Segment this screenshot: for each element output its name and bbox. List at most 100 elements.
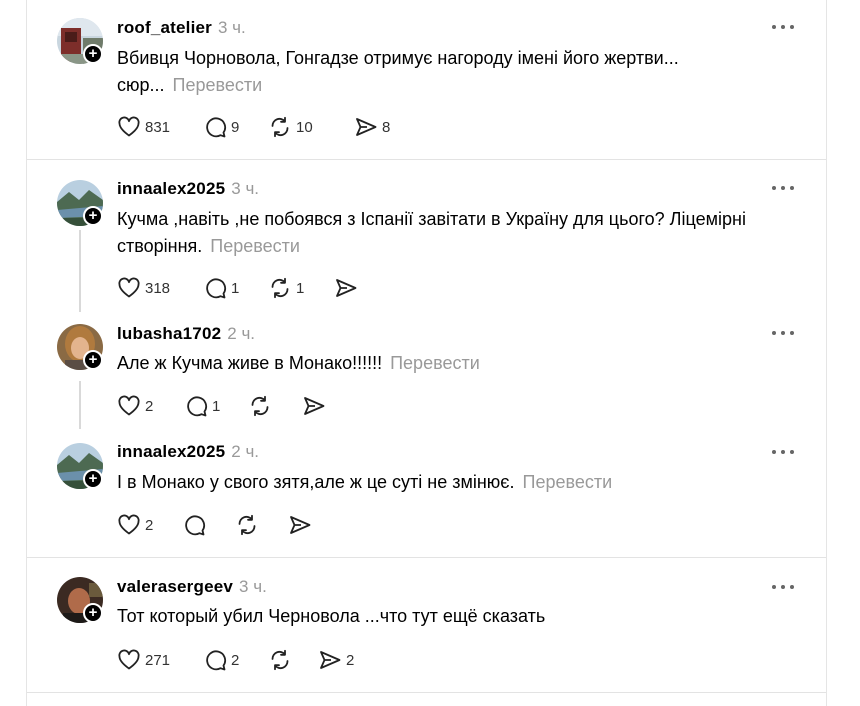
avatar[interactable]: + <box>57 443 103 489</box>
translate-link[interactable]: Перевести <box>173 75 263 95</box>
post-text: І в Монако у свого зятя,але ж це суті не… <box>117 469 797 496</box>
reply-button[interactable] <box>182 512 235 538</box>
post-body: Але ж Кучма живе в Монако!!!!!! <box>117 353 383 373</box>
repost-icon <box>238 514 256 536</box>
follow-plus-icon[interactable]: + <box>83 603 103 623</box>
comments-feed: + roof_atelier 3 ч. Вбивця Чорновола, Гон… <box>26 0 827 706</box>
post-divider <box>27 557 826 558</box>
username[interactable]: innaalex2025 <box>117 442 225 461</box>
reply-bubble-icon <box>185 515 206 536</box>
reply-count: 9 <box>231 118 240 136</box>
follow-plus-icon[interactable]: + <box>83 469 103 489</box>
repost-button[interactable] <box>268 647 318 673</box>
share-count: 8 <box>382 118 391 136</box>
like-count: 318 <box>145 279 171 297</box>
post-body: Тот который убил Черновола ...что тут ещ… <box>117 606 546 626</box>
username[interactable]: roof_atelier <box>117 18 212 37</box>
translate-link[interactable]: Перевести <box>210 236 300 256</box>
reply-button[interactable]: 1 <box>184 393 248 419</box>
repost-icon <box>271 116 289 138</box>
post-time[interactable]: 3 ч. <box>239 577 267 596</box>
more-options-icon[interactable] <box>770 323 796 343</box>
like-button[interactable]: 271 <box>117 647 203 673</box>
share-button[interactable] <box>288 512 328 538</box>
heart-icon <box>118 649 140 670</box>
reply-bubble-icon <box>206 117 227 138</box>
repost-icon <box>271 277 289 299</box>
like-button[interactable]: 318 <box>117 275 203 301</box>
more-options-icon[interactable] <box>770 178 796 198</box>
username[interactable]: valerasergeev <box>117 577 233 596</box>
post-text: Але ж Кучма живе в Монако!!!!!! Перевести <box>117 350 797 377</box>
like-button[interactable]: 2 <box>117 393 184 419</box>
avatar[interactable]: + <box>57 324 103 370</box>
post-actions: 2 1 <box>117 393 342 419</box>
thread-line <box>79 230 81 312</box>
share-button[interactable]: 2 <box>318 647 368 673</box>
more-options-icon[interactable] <box>770 442 796 462</box>
repost-button[interactable]: 1 <box>268 275 334 301</box>
post-actions: 271 2 2 <box>117 647 368 673</box>
post-divider <box>27 692 826 693</box>
share-button[interactable] <box>334 275 374 301</box>
post-time[interactable]: 2 ч. <box>227 324 255 343</box>
post-text: Кучма ,навіть ,не побоявся з Іспанії зав… <box>117 206 797 260</box>
repost-button[interactable] <box>248 393 302 419</box>
follow-plus-icon[interactable]: + <box>83 206 103 226</box>
username[interactable]: lubasha1702 <box>117 324 221 343</box>
repost-button[interactable]: 10 <box>268 114 354 140</box>
post-body: І в Монако у свого зятя,але ж це суті не… <box>117 472 515 492</box>
like-button[interactable]: 2 <box>117 512 182 538</box>
share-button[interactable]: 8 <box>354 114 404 140</box>
heart-icon <box>118 395 140 416</box>
share-count: 2 <box>346 651 355 669</box>
avatar[interactable]: + <box>57 18 103 64</box>
follow-plus-icon[interactable]: + <box>83 44 103 64</box>
send-icon <box>336 279 357 297</box>
like-count: 831 <box>145 118 171 136</box>
reply-bubble-icon <box>206 650 227 671</box>
avatar[interactable]: + <box>57 180 103 226</box>
send-icon <box>290 516 311 534</box>
reply-count: 1 <box>231 279 240 297</box>
heart-icon <box>118 514 140 535</box>
post-time[interactable]: 3 ч. <box>218 18 246 37</box>
like-count: 271 <box>145 651 171 669</box>
reply-bubble-icon <box>206 278 227 299</box>
post-time[interactable]: 2 ч. <box>231 442 259 461</box>
like-count: 2 <box>145 516 154 534</box>
like-button[interactable]: 831 <box>117 114 203 140</box>
translate-link[interactable]: Перевести <box>523 472 613 492</box>
reply-bubble-icon <box>187 396 208 417</box>
translate-link[interactable]: Перевести <box>390 353 480 373</box>
thread-line <box>79 381 81 429</box>
post-time[interactable]: 3 ч. <box>231 179 259 198</box>
reply-button[interactable]: 2 <box>203 647 268 673</box>
avatar[interactable]: + <box>57 577 103 623</box>
like-count: 2 <box>145 397 154 415</box>
repost-button[interactable] <box>235 512 288 538</box>
reply-button[interactable]: 9 <box>203 114 268 140</box>
post-text: Тот который убил Черновола ...что тут ещ… <box>117 603 797 630</box>
repost-icon <box>271 649 289 671</box>
heart-icon <box>118 277 140 298</box>
post-actions: 831 9 10 8 <box>117 114 404 140</box>
follow-plus-icon[interactable]: + <box>83 350 103 370</box>
repost-icon <box>251 395 269 417</box>
reply-count: 1 <box>212 397 221 415</box>
post-text: Вбивця Чорновола, Гонгадзе отримує нагор… <box>117 45 797 99</box>
reply-button[interactable]: 1 <box>203 275 268 301</box>
username[interactable]: innaalex2025 <box>117 179 225 198</box>
send-icon <box>320 651 341 669</box>
share-button[interactable] <box>302 393 342 419</box>
post-divider <box>27 159 826 160</box>
heart-icon <box>118 116 140 137</box>
repost-count: 10 <box>296 118 313 136</box>
post-actions: 318 1 1 <box>117 275 374 301</box>
send-icon <box>356 118 377 136</box>
reply-count: 2 <box>231 651 240 669</box>
repost-count: 1 <box>296 279 305 297</box>
send-icon <box>304 397 325 415</box>
more-options-icon[interactable] <box>770 577 796 597</box>
more-options-icon[interactable] <box>770 17 796 37</box>
